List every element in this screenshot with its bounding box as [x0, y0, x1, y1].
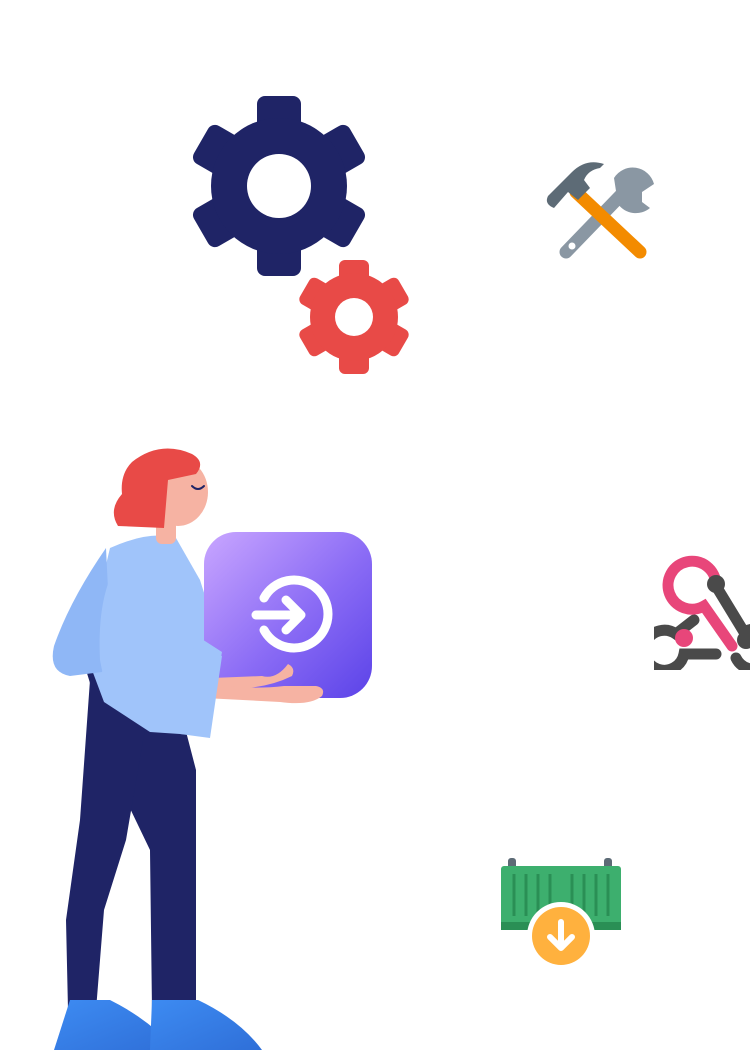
head [113, 448, 208, 528]
container-download-icon [498, 856, 624, 970]
small-gear-icon [296, 260, 414, 375]
person-illustration [0, 440, 390, 1050]
webhook-icon [654, 554, 750, 670]
hammer-wrench-icon [542, 158, 658, 264]
shoes [54, 1000, 262, 1050]
large-gear-icon [190, 96, 368, 276]
